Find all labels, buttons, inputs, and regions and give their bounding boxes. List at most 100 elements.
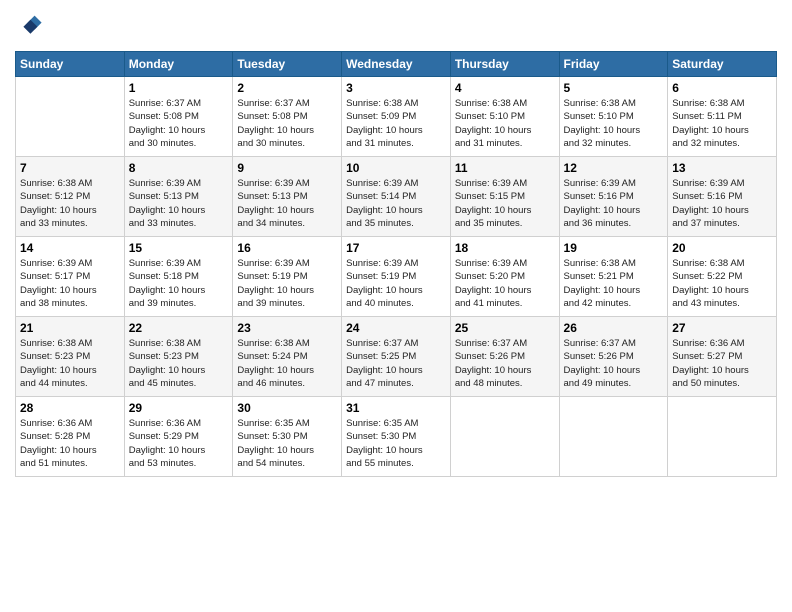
day-info: Sunrise: 6:39 AM Sunset: 5:20 PM Dayligh… <box>455 257 555 310</box>
calendar-cell: 4 Sunrise: 6:38 AM Sunset: 5:10 PM Daylig… <box>450 77 559 157</box>
day-number: 31 <box>346 401 446 415</box>
day-number: 30 <box>237 401 337 415</box>
calendar-cell: 12 Sunrise: 6:39 AM Sunset: 5:16 PM Dayli… <box>559 157 668 237</box>
day-number: 6 <box>672 81 772 95</box>
calendar-cell: 25Sunrise: 6:37 AM Sunset: 5:26 PM Dayli… <box>450 317 559 397</box>
day-number: 15 <box>129 241 229 255</box>
day-info: Sunrise: 6:36 AM Sunset: 5:28 PM Dayligh… <box>20 417 120 470</box>
day-info: Sunrise: 6:39 AM Sunset: 5:14 PM Dayligh… <box>346 177 446 230</box>
day-number: 4 <box>455 81 555 95</box>
day-info: Sunrise: 6:38 AM Sunset: 5:10 PM Dayligh… <box>564 97 664 150</box>
calendar-cell: 15Sunrise: 6:39 AM Sunset: 5:18 PM Dayli… <box>124 237 233 317</box>
day-info: Sunrise: 6:38 AM Sunset: 5:23 PM Dayligh… <box>20 337 120 390</box>
logo-icon <box>15 10 43 38</box>
calendar-cell: 5 Sunrise: 6:38 AM Sunset: 5:10 PM Daylig… <box>559 77 668 157</box>
day-info: Sunrise: 6:35 AM Sunset: 5:30 PM Dayligh… <box>237 417 337 470</box>
day-number: 1 <box>129 81 229 95</box>
calendar-cell: 28 Sunrise: 6:36 AM Sunset: 5:28 PM Dayli… <box>16 397 125 477</box>
col-header-saturday: Saturday <box>668 52 777 77</box>
day-number: 8 <box>129 161 229 175</box>
day-info: Sunrise: 6:37 AM Sunset: 5:26 PM Dayligh… <box>564 337 664 390</box>
logo <box>15 10 45 43</box>
calendar-cell: 6 Sunrise: 6:38 AM Sunset: 5:11 PM Daylig… <box>668 77 777 157</box>
day-number: 12 <box>564 161 664 175</box>
day-info: Sunrise: 6:39 AM Sunset: 5:13 PM Dayligh… <box>129 177 229 230</box>
calendar-cell: 9 Sunrise: 6:39 AM Sunset: 5:13 PM Daylig… <box>233 157 342 237</box>
day-number: 22 <box>129 321 229 335</box>
day-number: 2 <box>237 81 337 95</box>
day-info: Sunrise: 6:39 AM Sunset: 5:13 PM Dayligh… <box>237 177 337 230</box>
calendar-cell: 31 Sunrise: 6:35 AM Sunset: 5:30 PM Dayli… <box>342 397 451 477</box>
day-info: Sunrise: 6:38 AM Sunset: 5:09 PM Dayligh… <box>346 97 446 150</box>
day-info: Sunrise: 6:39 AM Sunset: 5:16 PM Dayligh… <box>672 177 772 230</box>
day-number: 28 <box>20 401 120 415</box>
col-header-monday: Monday <box>124 52 233 77</box>
week-row-1: 1 Sunrise: 6:37 AM Sunset: 5:08 PM Daylig… <box>16 77 777 157</box>
calendar-cell: 21 Sunrise: 6:38 AM Sunset: 5:23 PM Dayli… <box>16 317 125 397</box>
day-number: 10 <box>346 161 446 175</box>
col-header-thursday: Thursday <box>450 52 559 77</box>
day-number: 29 <box>129 401 229 415</box>
day-info: Sunrise: 6:37 AM Sunset: 5:26 PM Dayligh… <box>455 337 555 390</box>
day-info: Sunrise: 6:38 AM Sunset: 5:24 PM Dayligh… <box>237 337 337 390</box>
day-info: Sunrise: 6:35 AM Sunset: 5:30 PM Dayligh… <box>346 417 446 470</box>
day-info: Sunrise: 6:38 AM Sunset: 5:23 PM Dayligh… <box>129 337 229 390</box>
day-info: Sunrise: 6:38 AM Sunset: 5:10 PM Dayligh… <box>455 97 555 150</box>
calendar-cell: 10 Sunrise: 6:39 AM Sunset: 5:14 PM Dayli… <box>342 157 451 237</box>
day-number: 27 <box>672 321 772 335</box>
calendar-cell <box>16 77 125 157</box>
day-info: Sunrise: 6:39 AM Sunset: 5:15 PM Dayligh… <box>455 177 555 230</box>
col-header-sunday: Sunday <box>16 52 125 77</box>
day-number: 24 <box>346 321 446 335</box>
day-number: 16 <box>237 241 337 255</box>
col-header-wednesday: Wednesday <box>342 52 451 77</box>
day-info: Sunrise: 6:36 AM Sunset: 5:29 PM Dayligh… <box>129 417 229 470</box>
calendar-cell: 26 Sunrise: 6:37 AM Sunset: 5:26 PM Dayli… <box>559 317 668 397</box>
day-info: Sunrise: 6:38 AM Sunset: 5:21 PM Dayligh… <box>564 257 664 310</box>
day-info: Sunrise: 6:38 AM Sunset: 5:11 PM Dayligh… <box>672 97 772 150</box>
day-info: Sunrise: 6:39 AM Sunset: 5:17 PM Dayligh… <box>20 257 120 310</box>
calendar-cell <box>559 397 668 477</box>
calendar-cell: 20Sunrise: 6:38 AM Sunset: 5:22 PM Dayli… <box>668 237 777 317</box>
day-info: Sunrise: 6:38 AM Sunset: 5:22 PM Dayligh… <box>672 257 772 310</box>
calendar-cell: 27Sunrise: 6:36 AM Sunset: 5:27 PM Dayli… <box>668 317 777 397</box>
day-info: Sunrise: 6:39 AM Sunset: 5:19 PM Dayligh… <box>237 257 337 310</box>
calendar-cell: 11 Sunrise: 6:39 AM Sunset: 5:15 PM Dayli… <box>450 157 559 237</box>
page-container: SundayMondayTuesdayWednesdayThursdayFrid… <box>0 0 792 487</box>
day-number: 19 <box>564 241 664 255</box>
calendar-cell <box>668 397 777 477</box>
calendar-cell: 29 Sunrise: 6:36 AM Sunset: 5:29 PM Dayli… <box>124 397 233 477</box>
day-number: 11 <box>455 161 555 175</box>
week-row-2: 7Sunrise: 6:38 AM Sunset: 5:12 PM Daylig… <box>16 157 777 237</box>
day-info: Sunrise: 6:39 AM Sunset: 5:16 PM Dayligh… <box>564 177 664 230</box>
day-info: Sunrise: 6:39 AM Sunset: 5:19 PM Dayligh… <box>346 257 446 310</box>
week-row-5: 28 Sunrise: 6:36 AM Sunset: 5:28 PM Dayli… <box>16 397 777 477</box>
calendar-cell: 23 Sunrise: 6:38 AM Sunset: 5:24 PM Dayli… <box>233 317 342 397</box>
day-number: 17 <box>346 241 446 255</box>
day-number: 26 <box>564 321 664 335</box>
day-number: 23 <box>237 321 337 335</box>
day-info: Sunrise: 6:37 AM Sunset: 5:08 PM Dayligh… <box>129 97 229 150</box>
day-number: 9 <box>237 161 337 175</box>
day-number: 21 <box>20 321 120 335</box>
col-header-tuesday: Tuesday <box>233 52 342 77</box>
calendar-table: SundayMondayTuesdayWednesdayThursdayFrid… <box>15 51 777 477</box>
day-number: 14 <box>20 241 120 255</box>
day-number: 13 <box>672 161 772 175</box>
day-number: 5 <box>564 81 664 95</box>
calendar-cell: 3Sunrise: 6:38 AM Sunset: 5:09 PM Daylig… <box>342 77 451 157</box>
calendar-cell: 14 Sunrise: 6:39 AM Sunset: 5:17 PM Dayli… <box>16 237 125 317</box>
day-number: 7 <box>20 161 120 175</box>
week-row-3: 14 Sunrise: 6:39 AM Sunset: 5:17 PM Dayli… <box>16 237 777 317</box>
calendar-cell: 8 Sunrise: 6:39 AM Sunset: 5:13 PM Daylig… <box>124 157 233 237</box>
header-row: SundayMondayTuesdayWednesdayThursdayFrid… <box>16 52 777 77</box>
col-header-friday: Friday <box>559 52 668 77</box>
calendar-cell: 24Sunrise: 6:37 AM Sunset: 5:25 PM Dayli… <box>342 317 451 397</box>
calendar-cell: 1 Sunrise: 6:37 AM Sunset: 5:08 PM Daylig… <box>124 77 233 157</box>
week-row-4: 21 Sunrise: 6:38 AM Sunset: 5:23 PM Dayli… <box>16 317 777 397</box>
day-number: 18 <box>455 241 555 255</box>
calendar-cell: 19 Sunrise: 6:38 AM Sunset: 5:21 PM Dayli… <box>559 237 668 317</box>
calendar-cell: 30 Sunrise: 6:35 AM Sunset: 5:30 PM Dayli… <box>233 397 342 477</box>
day-info: Sunrise: 6:37 AM Sunset: 5:08 PM Dayligh… <box>237 97 337 150</box>
calendar-cell: 17 Sunrise: 6:39 AM Sunset: 5:19 PM Dayli… <box>342 237 451 317</box>
